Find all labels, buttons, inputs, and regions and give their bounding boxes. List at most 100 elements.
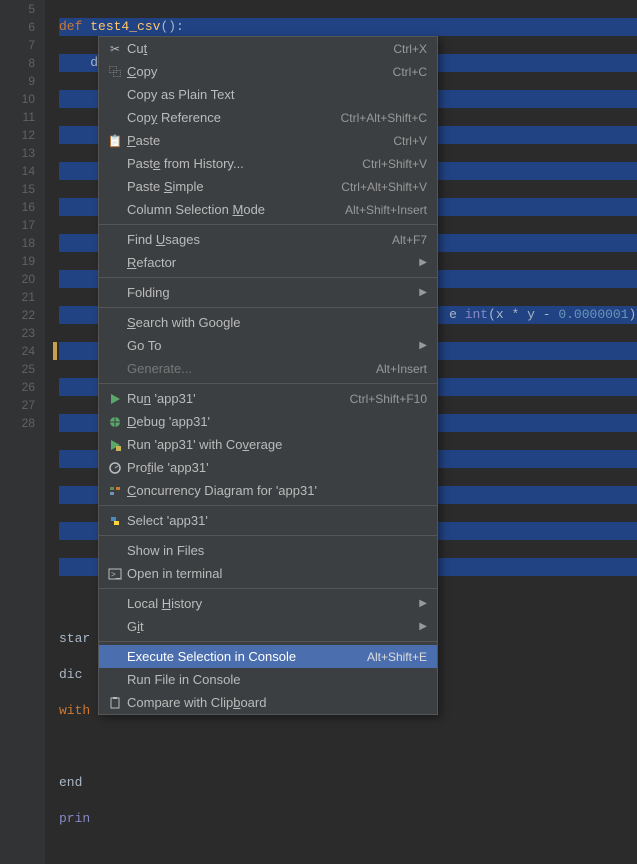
line-number: 18 (0, 234, 35, 252)
menu-label: Debug 'app31' (125, 414, 427, 429)
line-number: 10 (0, 90, 35, 108)
menu-label: Profile 'app31' (125, 460, 427, 475)
menu-separator (99, 535, 437, 536)
menu-separator (99, 383, 437, 384)
menu-shortcut: Alt+Shift+E (367, 650, 427, 664)
line-number: 8 (0, 54, 35, 72)
menu-shortcut: Alt+F7 (392, 233, 427, 247)
menu-run[interactable]: Run 'app31'Ctrl+Shift+F10 (99, 387, 437, 410)
menu-shortcut: Ctrl+Shift+V (362, 157, 427, 171)
line-number: 5 (0, 0, 35, 18)
line-number: 28 (0, 414, 35, 432)
submenu-arrow-icon: ▶ (419, 287, 427, 298)
menu-label: Paste (125, 133, 393, 148)
menu-label: Open in terminal (125, 566, 427, 581)
menu-show-files[interactable]: Show in Files (99, 539, 437, 562)
menu-open-terminal[interactable]: >_Open in terminal (99, 562, 437, 585)
menu-label: Run File in Console (125, 672, 427, 687)
builtin: prin (59, 811, 90, 826)
select-icon (105, 514, 125, 528)
menu-folding[interactable]: Folding ▶ (99, 281, 437, 304)
menu-search-google[interactable]: Search with Google (99, 311, 437, 334)
menu-goto[interactable]: Go To▶ (99, 334, 437, 357)
menu-label: Copy (125, 64, 393, 79)
menu-coverage[interactable]: Run 'app31' with Coverage (99, 433, 437, 456)
menu-cut[interactable]: ✂CutCtrl+X (99, 37, 437, 60)
menu-run-file-console[interactable]: Run File in Console (99, 668, 437, 691)
builtin: int (465, 307, 488, 322)
menu-separator (99, 505, 437, 506)
menu-label: Execute Selection in Console (125, 649, 367, 664)
menu-label: Local History (125, 596, 411, 611)
menu-shortcut: Alt+Insert (376, 362, 427, 376)
menu-shortcut: Ctrl+Alt+Shift+V (341, 180, 427, 194)
code-text: (x * y - (488, 307, 558, 322)
line-number: 13 (0, 144, 35, 162)
menu-debug[interactable]: Debug 'app31' (99, 410, 437, 433)
menu-copy[interactable]: ⿻CopyCtrl+C (99, 60, 437, 83)
menu-copy-ref[interactable]: Copy ReferenceCtrl+Alt+Shift+C (99, 106, 437, 129)
line-number: 21 (0, 288, 35, 306)
menu-column-select[interactable]: Column Selection ModeAlt+Shift+Insert (99, 198, 437, 221)
menu-execute-selection[interactable]: Execute Selection in ConsoleAlt+Shift+E (99, 645, 437, 668)
code-text: end (59, 775, 90, 790)
menu-label: Folding (125, 285, 411, 300)
menu-git[interactable]: Git ▶ (99, 615, 437, 638)
menu-paste-simple[interactable]: Paste SimpleCtrl+Alt+Shift+V (99, 175, 437, 198)
menu-label: Generate... (125, 361, 376, 376)
copy-icon: ⿻ (105, 63, 125, 80)
menu-shortcut: Ctrl+C (393, 65, 427, 79)
menu-label: Cut (125, 41, 393, 56)
line-number: 14 (0, 162, 35, 180)
run-icon (105, 392, 125, 406)
line-number: 27 (0, 396, 35, 414)
menu-compare-clipboard[interactable]: Compare with Clipboard (99, 691, 437, 714)
concurrency-icon (105, 484, 125, 498)
paste-icon: 📋 (105, 134, 125, 148)
keyword: with (59, 703, 90, 718)
menu-profile[interactable]: Profile 'app31' (99, 456, 437, 479)
menu-separator (99, 307, 437, 308)
submenu-arrow-icon: ▶ (419, 621, 427, 632)
line-gutter: 5678910111213141516171819202122232425262… (0, 0, 45, 864)
menu-copy-plain[interactable]: Copy as Plain Text (99, 83, 437, 106)
menu-paste[interactable]: 📋PasteCtrl+V (99, 129, 437, 152)
menu-select[interactable]: Select 'app31' (99, 509, 437, 532)
menu-label: Git (125, 619, 411, 634)
open-terminal-icon: >_ (105, 567, 125, 581)
line-number: 15 (0, 180, 35, 198)
menu-label: Concurrency Diagram for 'app31' (125, 483, 427, 498)
menu-concurrency[interactable]: Concurrency Diagram for 'app31' (99, 479, 437, 502)
menu-local-history[interactable]: Local History ▶ (99, 592, 437, 615)
menu-separator (99, 588, 437, 589)
line-number: 16 (0, 198, 35, 216)
submenu-arrow-icon: ▶ (419, 340, 427, 351)
line-number: 22 (0, 306, 35, 324)
line-number: 7 (0, 36, 35, 54)
menu-label: Search with Google (125, 315, 427, 330)
context-menu: ✂CutCtrl+X⿻CopyCtrl+CCopy as Plain TextC… (98, 36, 438, 715)
func-name: test4_csv (90, 19, 160, 34)
compare-clipboard-icon (105, 696, 125, 710)
menu-label: Find Usages (125, 232, 392, 247)
menu-shortcut: Ctrl+V (393, 134, 427, 148)
menu-refactor[interactable]: Refactor▶ (99, 251, 437, 274)
menu-shortcut: Alt+Shift+Insert (345, 203, 427, 217)
submenu-arrow-icon: ▶ (419, 598, 427, 609)
menu-label: Column Selection Mode (125, 202, 345, 217)
menu-find-usages[interactable]: Find UsagesAlt+F7 (99, 228, 437, 251)
menu-label: Select 'app31' (125, 513, 427, 528)
menu-shortcut: Ctrl+Alt+Shift+C (341, 111, 427, 125)
number: 0.0000001 (558, 307, 628, 322)
code-text: ) (629, 307, 637, 322)
cut-icon: ✂ (105, 42, 125, 56)
menu-label: Run 'app31' (125, 391, 350, 406)
menu-separator (99, 641, 437, 642)
menu-generate[interactable]: Generate...Alt+Insert (99, 357, 437, 380)
line-number: 11 (0, 108, 35, 126)
code-text: (): (160, 19, 183, 34)
menu-label: Copy as Plain Text (125, 87, 427, 102)
line-number: 6 (0, 18, 35, 36)
line-number: 19 (0, 252, 35, 270)
menu-paste-history[interactable]: Paste from History...Ctrl+Shift+V (99, 152, 437, 175)
